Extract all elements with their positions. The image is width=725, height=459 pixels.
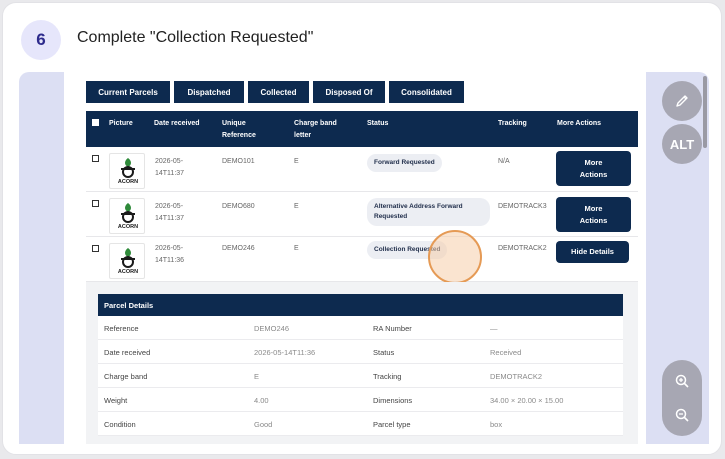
detail-value: Good <box>254 420 273 429</box>
zoom-in-button[interactable] <box>662 362 702 400</box>
detail-value: Received <box>490 348 522 357</box>
detail-value: 34.00 × 20.00 × 15.00 <box>490 396 564 405</box>
step-number-badge: 6 <box>21 20 61 60</box>
charge-band: E <box>294 158 299 165</box>
detail-row: Charge band E Tracking DEMOTRACK2 <box>98 364 623 388</box>
parcels-page: Current Parcels Dispatched Collected Dis… <box>64 72 646 444</box>
row-checkbox[interactable] <box>92 155 99 162</box>
more-actions-button[interactable]: More Actions <box>556 197 631 232</box>
status-badge: Forward Requested <box>367 154 442 172</box>
unique-reference: DEMO246 <box>222 245 255 252</box>
row-checkbox[interactable] <box>92 200 99 207</box>
tab-collected[interactable]: Collected <box>248 81 309 103</box>
step-card: 6 Complete "Collection Requested" Curren… <box>2 2 722 455</box>
detail-row: Weight 4.00 Dimensions 34.00 × 20.00 × 1… <box>98 388 623 412</box>
detail-label: Reference <box>104 324 139 333</box>
col-unique-reference: Unique Reference <box>222 120 256 139</box>
select-all-checkbox[interactable] <box>92 119 99 126</box>
status-badge: Alternative Address Forward Requested <box>367 198 490 226</box>
unique-reference: DEMO680 <box>222 203 255 210</box>
date-received: 2026-05-14T11:37 <box>155 203 185 222</box>
acorn-logo: ACORN <box>109 153 145 189</box>
detail-label: Tracking <box>373 372 402 381</box>
hide-details-button[interactable]: Hide Details <box>556 241 629 263</box>
unique-reference: DEMO101 <box>222 158 255 165</box>
detail-value: box <box>490 420 503 429</box>
detail-label: Weight <box>104 396 128 405</box>
table-row: ACORN 2026-05-14T11:36 DEMO246 E Collect… <box>86 237 638 282</box>
zoom-controls <box>662 360 702 436</box>
detail-value: DEMO246 <box>254 324 290 333</box>
tab-dispatched[interactable]: Dispatched <box>174 81 244 103</box>
tab-disposed-of[interactable]: Disposed Of <box>313 81 385 103</box>
col-date-received: Date received <box>154 120 200 127</box>
detail-label: Charge band <box>104 372 148 381</box>
row-checkbox[interactable] <box>92 245 99 252</box>
table-row: ACORN 2026-05-14T11:37 DEMO101 E Forward… <box>86 147 638 192</box>
detail-value: E <box>254 372 260 381</box>
screenshot-area: Current Parcels Dispatched Collected Dis… <box>19 72 709 444</box>
col-picture: Picture <box>109 120 133 127</box>
col-charge-band: Charge band letter <box>294 120 337 139</box>
logo-text: ACORN <box>117 179 139 185</box>
step-title: Complete "Collection Requested" <box>77 29 314 46</box>
zoom-out-icon <box>675 408 689 422</box>
detail-label: Date received <box>104 348 151 357</box>
acorn-logo: ACORN <box>109 198 145 234</box>
scrollbar-thumb[interactable] <box>703 76 707 148</box>
detail-value: 2026-05-14T11:36 <box>254 348 316 357</box>
tab-current-parcels[interactable]: Current Parcels <box>86 81 170 103</box>
detail-row: Condition Good Parcel type box <box>98 412 623 436</box>
zoom-out-button[interactable] <box>662 396 702 434</box>
logo-text: ACORN <box>117 224 139 230</box>
detail-value: DEMOTRACK2 <box>490 372 543 381</box>
charge-band: E <box>294 203 299 210</box>
more-actions-button[interactable]: More Actions <box>556 151 631 186</box>
detail-label: Status <box>373 348 395 357</box>
pencil-icon <box>676 95 688 107</box>
parcel-tabs: Current Parcels Dispatched Collected Dis… <box>86 81 464 103</box>
tab-consolidated[interactable]: Consolidated <box>389 81 464 103</box>
acorn-logo: ACORN <box>109 243 145 279</box>
detail-value: 4.00 <box>254 396 269 405</box>
detail-row: Reference DEMO246 RA Number — <box>98 316 623 340</box>
date-received: 2026-05-14T11:36 <box>155 245 185 264</box>
alt-text-button[interactable]: ALT <box>662 124 702 164</box>
parcel-details-panel: Parcel Details Reference DEMO246 RA Numb… <box>86 282 638 444</box>
zoom-in-icon <box>675 374 689 388</box>
click-indicator <box>428 230 482 284</box>
table-header: Picture Date received Unique Reference C… <box>86 111 638 147</box>
detail-label: RA Number <box>373 324 412 333</box>
detail-row: Date received 2026-05-14T11:36 Status Re… <box>98 340 623 364</box>
detail-label: Dimensions <box>373 396 413 405</box>
detail-label: Parcel type <box>373 420 411 429</box>
parcel-details-title: Parcel Details <box>98 294 623 316</box>
detail-label: Condition <box>104 420 136 429</box>
col-tracking: Tracking <box>498 120 527 127</box>
date-received: 2026-05-14T11:37 <box>155 158 185 177</box>
edit-button[interactable] <box>662 81 702 121</box>
tracking-value: DEMOTRACK2 <box>498 245 547 252</box>
detail-value: — <box>490 324 498 333</box>
tracking-value: N/A <box>498 158 510 165</box>
tracking-value: DEMOTRACK3 <box>498 203 547 210</box>
table-row: ACORN 2026-05-14T11:37 DEMO680 E Alterna… <box>86 192 638 237</box>
charge-band: E <box>294 245 299 252</box>
col-status: Status <box>367 120 389 127</box>
logo-text: ACORN <box>117 269 139 275</box>
side-controls: ALT <box>659 72 709 444</box>
col-more-actions: More Actions <box>557 120 602 127</box>
